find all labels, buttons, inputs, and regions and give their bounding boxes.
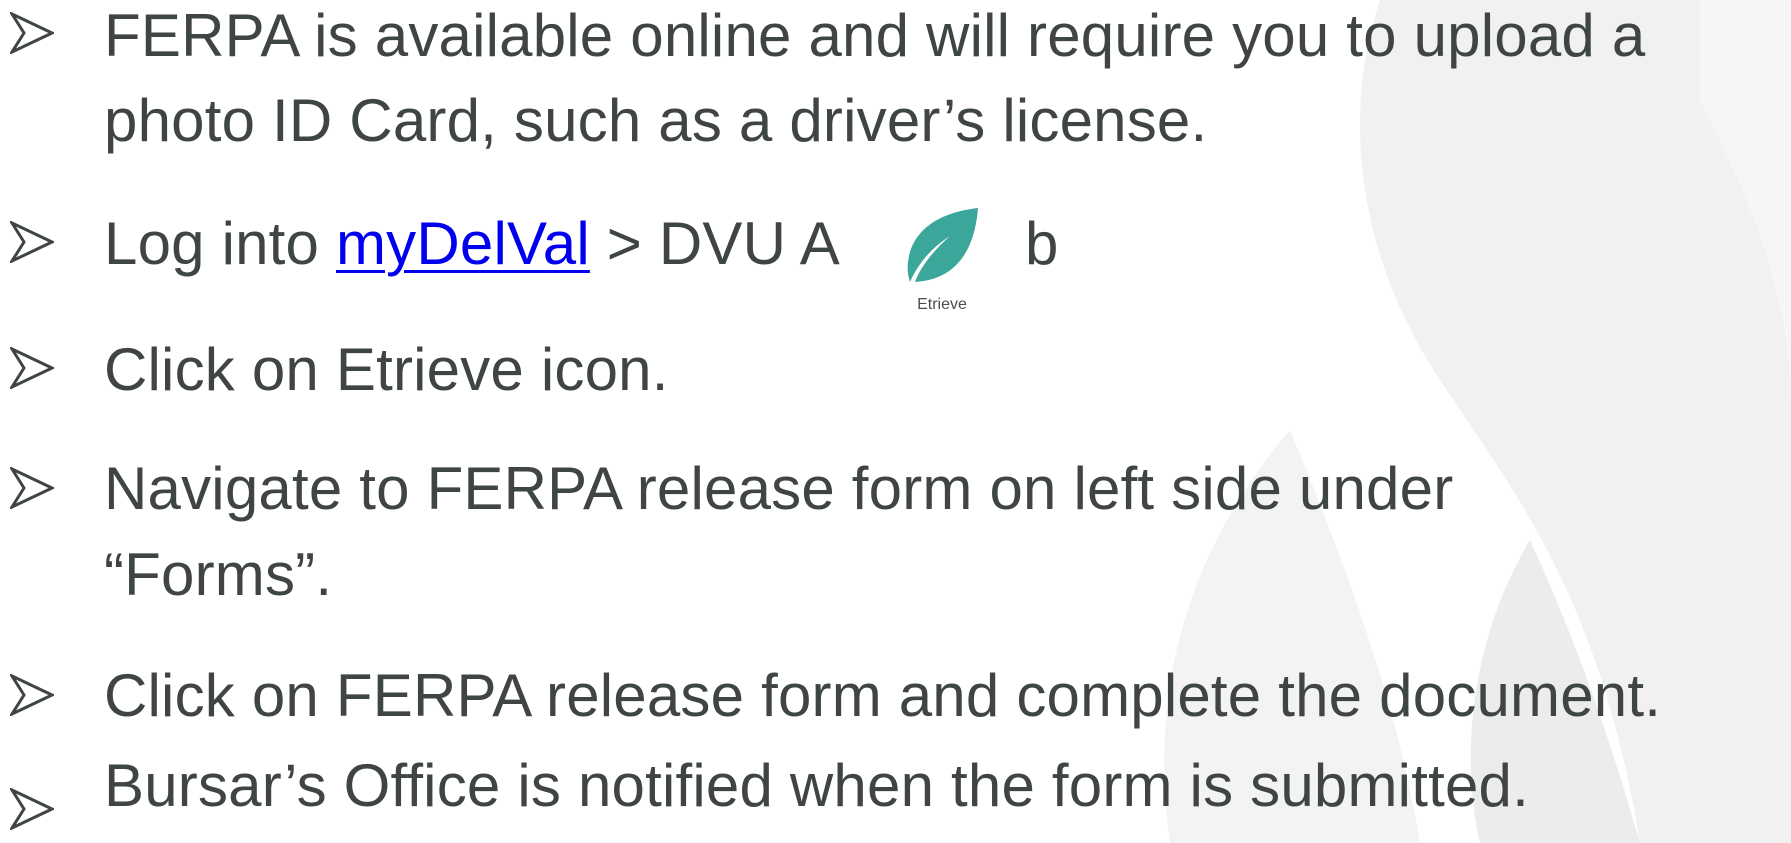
arrow-bullet-icon (10, 467, 54, 509)
login-path-text: > DVU A (589, 210, 840, 277)
bullet-text-line: “Forms”. (104, 541, 333, 608)
bullet-text-line: Bursar’s Office is notified when the for… (104, 752, 1529, 819)
bullet-text-fragment: b (1025, 210, 1059, 277)
arrow-bullet-icon (10, 221, 54, 263)
bullet-text-line: Navigate to FERPA release form on left s… (104, 455, 1454, 522)
slide: FERPA is available online and will requi… (0, 0, 1791, 843)
bullet-text-line: FERPA is available online and will requi… (104, 2, 1646, 69)
leaf-icon (907, 208, 978, 282)
mydelval-link[interactable]: myDelVal (336, 210, 590, 277)
etrieve-app-label: Etrieve (917, 296, 967, 313)
arrow-bullet-icon (10, 674, 54, 716)
bullet-text-line: Click on FERPA release form and complete… (104, 662, 1662, 729)
bullet-text-line: photo ID Card, such as a driver’s licens… (104, 87, 1208, 154)
arrow-bullet-icon (10, 788, 54, 830)
etrieve-app-tile[interactable]: Etrieve (894, 206, 990, 318)
arrow-bullet-icon (10, 347, 54, 389)
login-prefix-text: Log into (104, 210, 336, 277)
bullet-text-line: Click on Etrieve icon. (104, 336, 669, 403)
bullet-text-line: Log into myDelVal > DVU A (104, 201, 840, 287)
arrow-bullet-icon (10, 12, 54, 54)
